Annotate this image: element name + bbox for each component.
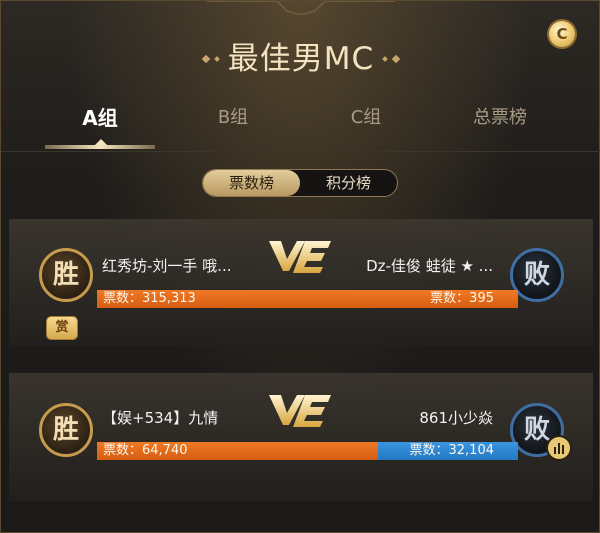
- reward-icon[interactable]: 赏: [47, 317, 77, 339]
- right-contestant-name[interactable]: 861小少焱: [341, 407, 493, 428]
- loser-badge: 败: [510, 248, 564, 302]
- tab-group-b[interactable]: B组: [158, 97, 308, 151]
- vote-progress-bar: 票数：64,740 票数：32,104: [97, 442, 518, 460]
- winner-badge: 胜: [39, 248, 93, 302]
- page-title: 最佳男MC: [227, 41, 375, 77]
- left-contestant-name[interactable]: 红秀坊-刘一手 哦...: [102, 255, 232, 276]
- title-diamond-right-small-icon: [382, 56, 388, 62]
- play-icon[interactable]: [548, 437, 570, 459]
- group-tabs: A组 B组 C组 总票榜: [1, 97, 600, 151]
- vs-icon: [269, 395, 331, 427]
- toggle-points-ranking[interactable]: 积分榜: [300, 170, 397, 196]
- right-vote-count: 票数：395: [430, 291, 494, 306]
- active-tab-caret-icon: [95, 139, 107, 145]
- coin-icon[interactable]: C: [549, 21, 575, 47]
- tab-group-c[interactable]: C组: [291, 97, 441, 151]
- title-diamond-left-icon: [201, 54, 211, 64]
- vote-progress-bar: 票数：315,313 票数：395: [97, 290, 518, 308]
- mc-vote-panel: 最佳男MC C A组 B组 C组 总票榜 票数榜 积分榜 胜 败 红秀坊-刘一手…: [0, 0, 600, 533]
- left-contestant-name[interactable]: 【娱+534】九情: [102, 407, 218, 428]
- right-contestant-name[interactable]: Dz-佳俊 蛙徒 ★ ...: [321, 255, 493, 276]
- left-vote-count: 票数：315,313: [103, 291, 196, 306]
- title-diamond-right-icon: [391, 54, 401, 64]
- title-row: 最佳男MC: [1, 31, 600, 87]
- right-vote-count: 票数：32,104: [409, 443, 495, 458]
- left-vote-count: 票数：64,740: [103, 443, 188, 458]
- active-tab-underline: [45, 145, 155, 149]
- winner-badge: 胜: [39, 403, 93, 457]
- tab-total-ranking[interactable]: 总票榜: [425, 97, 575, 151]
- ranking-toggle: 票数榜 积分榜: [202, 169, 398, 197]
- title-diamond-left-small-icon: [214, 56, 220, 62]
- tabs-divider: [1, 151, 600, 152]
- toggle-votes-ranking[interactable]: 票数榜: [203, 170, 300, 196]
- top-notch-decoration: [207, 1, 395, 15]
- vs-icon: [269, 241, 331, 273]
